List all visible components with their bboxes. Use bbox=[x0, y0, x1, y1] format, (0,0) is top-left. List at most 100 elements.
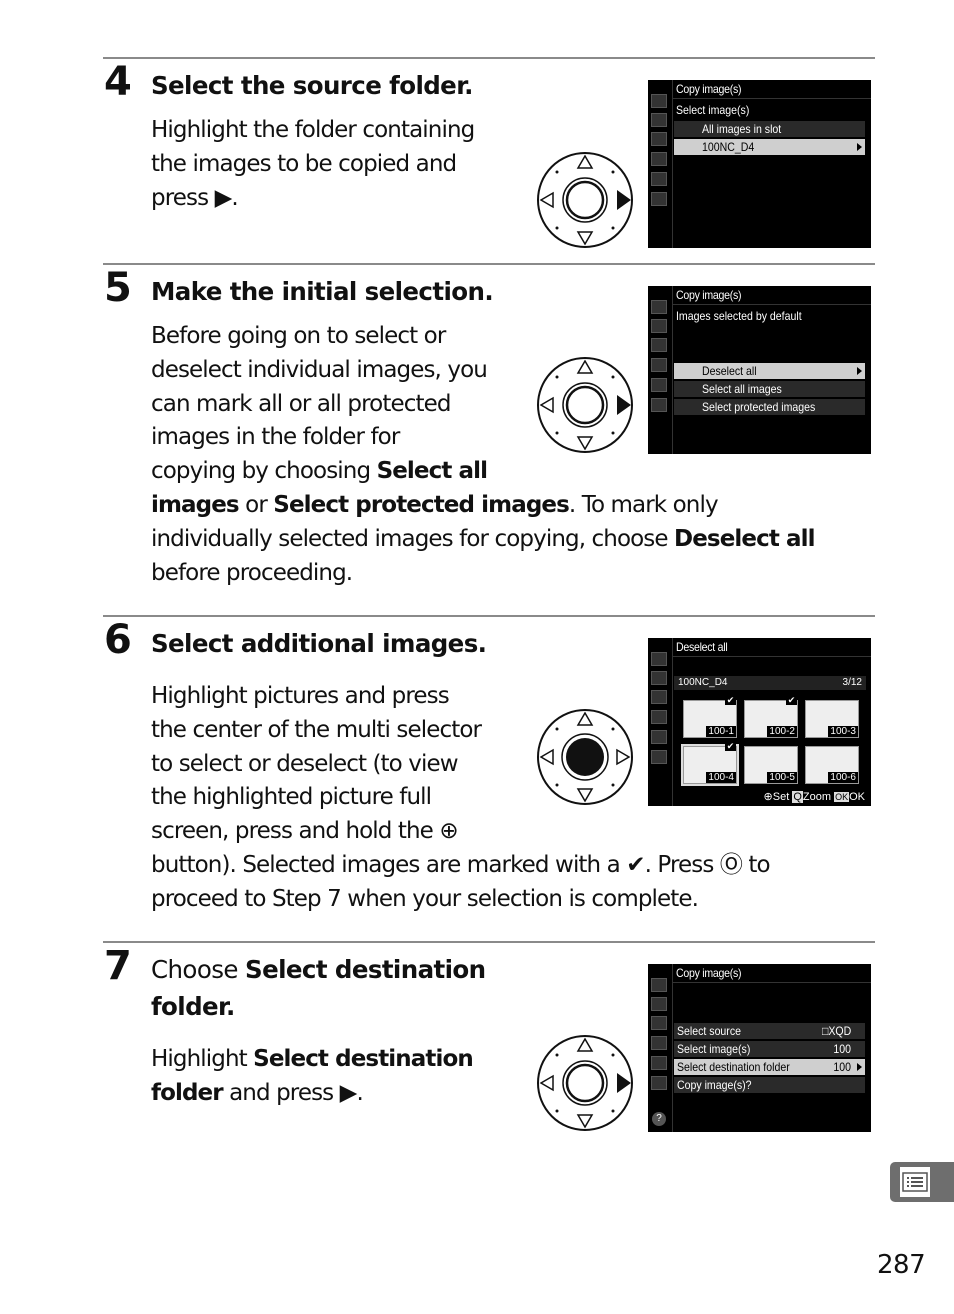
custom-settings-icon bbox=[651, 690, 667, 704]
multi-selector-right-icon bbox=[537, 1035, 633, 1131]
body-line: folder and press ▶. bbox=[151, 1079, 364, 1106]
multi-selector-right-icon bbox=[537, 152, 633, 248]
body-line: individually selected images for copying… bbox=[151, 525, 816, 552]
menu-sidebar: ? bbox=[648, 964, 673, 1132]
menu-row[interactable]: Select all images bbox=[674, 381, 865, 397]
thumbnail[interactable]: 100-3 bbox=[805, 700, 859, 738]
multi-selector-small-icon: ⊕ bbox=[763, 791, 773, 803]
step-number: 5 bbox=[104, 265, 132, 311]
my-menu-icon bbox=[651, 398, 667, 412]
camera-screen: Deselect all 100NC_D4 3/12 ✔ 100-1 ✔ 100-2… bbox=[648, 638, 871, 806]
body-line: the images to be copied and bbox=[151, 150, 457, 177]
retouch-menu-icon bbox=[651, 730, 667, 744]
step-divider bbox=[103, 615, 875, 617]
shooting-menu-icon bbox=[651, 997, 667, 1011]
custom-settings-icon bbox=[651, 1016, 667, 1030]
folder-bar: 100NC_D4 3/12 bbox=[674, 676, 866, 690]
step-body: Highlight the folder containing the imag… bbox=[151, 114, 475, 215]
playback-menu-icon bbox=[651, 978, 667, 992]
folder-name: 100NC_D4 bbox=[678, 677, 728, 688]
step-title: Select additional images. bbox=[151, 629, 487, 658]
help-icon: ? bbox=[652, 1112, 666, 1126]
retouch-menu-icon bbox=[651, 378, 667, 392]
step-divider bbox=[103, 263, 875, 265]
check-icon: ✔ bbox=[725, 741, 736, 751]
thumbnail[interactable]: ✔ 100-2 bbox=[744, 695, 798, 738]
menu-sidebar bbox=[648, 638, 673, 806]
playback-menu-icon bbox=[651, 94, 667, 108]
check-icon: ✔ bbox=[725, 695, 736, 705]
body-line: proceed to Step 7 when your selection is… bbox=[151, 885, 699, 912]
menu-sidebar bbox=[648, 80, 673, 248]
body-line: before proceeding. bbox=[151, 559, 353, 586]
custom-settings-icon bbox=[651, 338, 667, 352]
ok-badge-icon: OK bbox=[834, 792, 850, 802]
section-tab[interactable] bbox=[890, 1162, 954, 1202]
menu-sidebar bbox=[648, 286, 673, 454]
arrow-right-icon bbox=[857, 1063, 862, 1071]
my-menu-icon bbox=[651, 750, 667, 764]
arrow-right-icon bbox=[857, 143, 862, 151]
setup-menu-icon bbox=[651, 710, 667, 724]
step-divider bbox=[103, 57, 875, 59]
playback-menu-icon bbox=[651, 300, 667, 314]
menu-row-selected[interactable]: Deselect all bbox=[674, 363, 865, 379]
thumbnail[interactable]: 100-6 bbox=[805, 746, 859, 784]
body-line: press ▶. bbox=[151, 184, 239, 211]
camera-screen: ? Copy image(s) Select source □XQD Select… bbox=[648, 964, 871, 1132]
screen-header: Copy image(s) bbox=[676, 966, 742, 980]
multi-selector-right-icon bbox=[537, 357, 633, 453]
step-title: Choose Select destination folder. bbox=[151, 955, 486, 1021]
check-icon: ✔ bbox=[786, 695, 797, 705]
thumbnail[interactable]: ✔ 100-1 bbox=[683, 695, 737, 738]
step-number: 4 bbox=[104, 59, 132, 105]
menu-row[interactable]: Copy image(s)? bbox=[674, 1077, 865, 1093]
setup-menu-icon bbox=[651, 358, 667, 372]
setup-menu-icon bbox=[651, 1036, 667, 1050]
screen-subheader: Images selected by default bbox=[676, 309, 802, 323]
screen-header: Copy image(s) bbox=[676, 288, 742, 302]
menu-row-selected[interactable]: 100NC_D4 bbox=[674, 139, 865, 155]
custom-settings-icon bbox=[651, 132, 667, 146]
body-line: Highlight Select destination bbox=[151, 1046, 474, 1072]
menu-row-selected[interactable]: Select destination folder 100 bbox=[674, 1059, 865, 1075]
my-menu-icon bbox=[651, 1076, 667, 1090]
menu-row[interactable]: Select image(s) 100 bbox=[674, 1041, 865, 1057]
image-counter: 3/12 bbox=[842, 677, 862, 688]
body-line: copying by choosing Select all bbox=[151, 458, 488, 485]
screen-footer: ⊕Set QZoom OKOK bbox=[763, 791, 865, 803]
menu-row[interactable]: All images in slot bbox=[674, 121, 865, 137]
shooting-menu-icon bbox=[651, 113, 667, 127]
retouch-menu-icon bbox=[651, 1056, 667, 1070]
body-line: button). Selected images are marked with… bbox=[151, 851, 771, 878]
my-menu-icon bbox=[651, 192, 667, 206]
screen-header: Deselect all bbox=[676, 640, 728, 654]
thumbnail-current[interactable]: ✔ 100-4 bbox=[681, 741, 739, 786]
shooting-menu-icon bbox=[651, 319, 667, 333]
retouch-menu-icon bbox=[651, 172, 667, 186]
menu-list-icon bbox=[900, 1167, 930, 1197]
body-line: screen, press and hold the ⊕ bbox=[151, 818, 459, 845]
screen-header: Copy image(s) bbox=[676, 82, 742, 96]
camera-screen: Copy image(s) Select image(s) All images… bbox=[648, 80, 871, 248]
step-number: 7 bbox=[104, 943, 132, 989]
menu-row[interactable]: Select source □XQD bbox=[674, 1023, 865, 1039]
body-line: images or Select protected images. To ma… bbox=[151, 491, 719, 518]
step-number: 6 bbox=[104, 617, 132, 663]
shooting-menu-icon bbox=[651, 671, 667, 685]
step-divider bbox=[103, 941, 875, 943]
step-body: Highlight Select destination folder and … bbox=[151, 1043, 474, 1111]
camera-screen: Copy image(s) Images selected by default… bbox=[648, 286, 871, 454]
thumbnail[interactable]: 100-5 bbox=[744, 746, 798, 784]
arrow-right-icon bbox=[857, 367, 862, 375]
zoom-icon: Q bbox=[792, 791, 803, 803]
step-title: Make the initial selection. bbox=[151, 277, 494, 306]
body-line: Highlight the folder containing bbox=[151, 117, 475, 143]
page-number: 287 bbox=[877, 1250, 926, 1280]
step-title: Select the source folder. bbox=[151, 71, 473, 100]
multi-selector-center-icon bbox=[537, 709, 633, 805]
screen-subheader: Select image(s) bbox=[676, 103, 750, 117]
menu-row[interactable]: Select protected images bbox=[674, 399, 865, 415]
playback-menu-icon bbox=[651, 652, 667, 666]
setup-menu-icon bbox=[651, 152, 667, 166]
